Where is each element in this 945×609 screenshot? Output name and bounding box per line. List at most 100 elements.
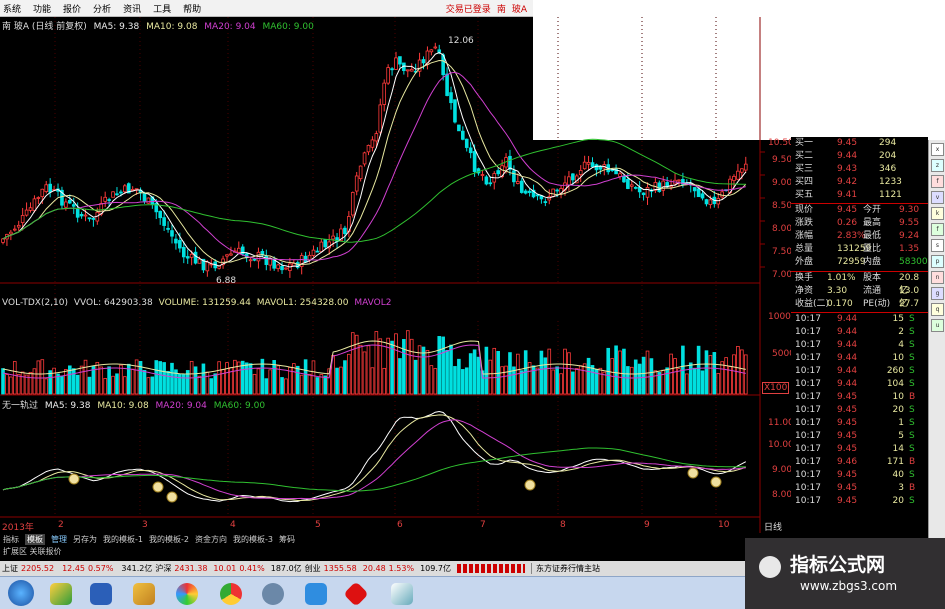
candle-body (311, 249, 316, 256)
volume-bar (708, 355, 713, 395)
candle-body (276, 264, 280, 270)
volume-bar (295, 365, 300, 395)
app-icon-9[interactable] (391, 583, 413, 605)
candle-body (16, 224, 21, 228)
sidebar-tool-icon[interactable]: q (931, 303, 944, 316)
date-label-6: 7 (480, 520, 486, 530)
volume-bar (134, 359, 139, 395)
volume-bar (48, 370, 52, 395)
sidebar-tool-icon[interactable]: k (931, 207, 944, 220)
start-button-icon[interactable] (8, 580, 34, 606)
sidebar-tool-icon[interactable]: v (931, 191, 944, 204)
tab-fund-direction[interactable]: 资金方向 (195, 534, 227, 545)
tab-template[interactable]: 模板 (25, 534, 45, 545)
volume-bar (468, 353, 473, 395)
volume-bar (213, 373, 218, 395)
tab-save-as[interactable]: 另存为 (73, 534, 97, 545)
tick-time: 10:17 (795, 392, 821, 402)
period-selector[interactable]: 日线 (764, 520, 782, 533)
volume-bar (543, 357, 548, 395)
tab-chips[interactable]: 筹码 (279, 534, 295, 545)
app-icon-6[interactable] (262, 583, 284, 605)
candle-body (115, 193, 119, 196)
tick-side: S (909, 340, 915, 350)
candle-body (586, 162, 591, 165)
volume-bar (36, 360, 41, 395)
candle-body (457, 124, 461, 132)
tick-volume: 260 (886, 366, 904, 376)
tick-time: 10:17 (795, 353, 821, 363)
stat-value: 0.170 (827, 299, 853, 309)
signal-coin-icon (524, 479, 536, 491)
candle-body (582, 161, 587, 170)
low-price-label: 6.88 (216, 276, 237, 286)
tick-price: 9.45 (837, 431, 858, 441)
volume-bar (405, 330, 410, 395)
sidebar-tool-icon[interactable]: f (931, 175, 944, 188)
tick-row: 10:17 9.45 20 S (791, 495, 928, 508)
extension-area[interactable]: 扩展区 关联报价 (0, 546, 791, 558)
stat-value: 9.24 (899, 231, 920, 241)
candle-body (740, 168, 744, 173)
tick-volume: 2 (898, 327, 904, 337)
candle-body (181, 246, 186, 258)
cy-index-name: 创业 (304, 564, 321, 573)
index-status-bar: 上证 2205.52 12.45 0.57% 341.2亿 沪深 2431.38… (0, 561, 745, 576)
tab-indicator[interactable]: 指标 (3, 534, 19, 545)
folder-icon[interactable] (133, 583, 155, 605)
app-icon-8[interactable] (343, 581, 369, 607)
stat-label: 流通 (863, 286, 882, 296)
tab-my-template-1[interactable]: 我的模板-1 (103, 534, 143, 545)
menu-system[interactable]: 系统 (3, 2, 21, 15)
app-icon-7[interactable] (305, 583, 327, 605)
tab-my-template-3[interactable]: 我的模板-3 (233, 534, 273, 545)
buy-level-row: 买一 9.45 294 (791, 137, 928, 150)
sidebar-tool-icon[interactable]: g (931, 287, 944, 300)
hs-index-value: 2431.38 (174, 564, 208, 573)
sidebar-tool-icon[interactable]: s (931, 239, 944, 252)
chart-canvas[interactable] (0, 17, 791, 533)
menu-analysis[interactable]: 分析 (93, 2, 111, 15)
sidebar-tool-icon[interactable]: u (931, 319, 944, 332)
buy-level-volume: 1233 (879, 177, 902, 187)
volume-bar (170, 362, 174, 395)
volume-bar (154, 360, 159, 395)
trade-login-status[interactable]: 交易已登录 (446, 2, 491, 15)
candle-body (468, 147, 473, 154)
volume-bar (633, 359, 638, 395)
tick-row: 10:17 9.45 1 S (791, 417, 928, 430)
sidebar-tool-icon[interactable]: x (931, 143, 944, 156)
sidebar-tool-icon[interactable]: p (931, 255, 944, 268)
indicator-name[interactable]: 无一轨过 (2, 401, 38, 411)
candle-body (158, 210, 163, 219)
cy-index-amount: 109.7亿 (420, 564, 451, 573)
volume-bar (472, 349, 477, 395)
volume-bar (409, 338, 414, 395)
menu-quote[interactable]: 报价 (63, 2, 81, 15)
volume-bar (343, 360, 347, 395)
menu-help[interactable]: 帮助 (183, 2, 201, 15)
tick-side: S (909, 327, 915, 337)
chrome-icon[interactable] (220, 583, 242, 605)
sh-index-name: 上证 (2, 564, 18, 573)
sidebar-tool-icon[interactable]: n (931, 271, 944, 284)
broker-server[interactable]: 东方证券行情主站 (530, 563, 600, 574)
sidebar-tool-icon[interactable]: f (931, 223, 944, 236)
candle-body (68, 199, 72, 204)
menu-tools[interactable]: 工具 (153, 2, 171, 15)
ie-icon[interactable] (90, 583, 112, 605)
sidebar-tool-icon[interactable]: z (931, 159, 944, 172)
tick-time: 10:17 (795, 496, 821, 506)
volume-bar (622, 348, 626, 395)
media-icon[interactable] (176, 583, 198, 605)
buy-level-price: 9.42 (837, 177, 858, 187)
volume-bar (563, 348, 567, 395)
menu-news[interactable]: 资讯 (123, 2, 141, 15)
tab-my-template-2[interactable]: 我的模板-2 (149, 534, 189, 545)
app-icon-1[interactable] (50, 583, 72, 605)
tab-manage[interactable]: 管理 (51, 534, 67, 545)
volume-bar (95, 361, 100, 395)
candle-body (343, 227, 347, 235)
candle-body (633, 187, 638, 189)
menu-function[interactable]: 功能 (33, 2, 51, 15)
